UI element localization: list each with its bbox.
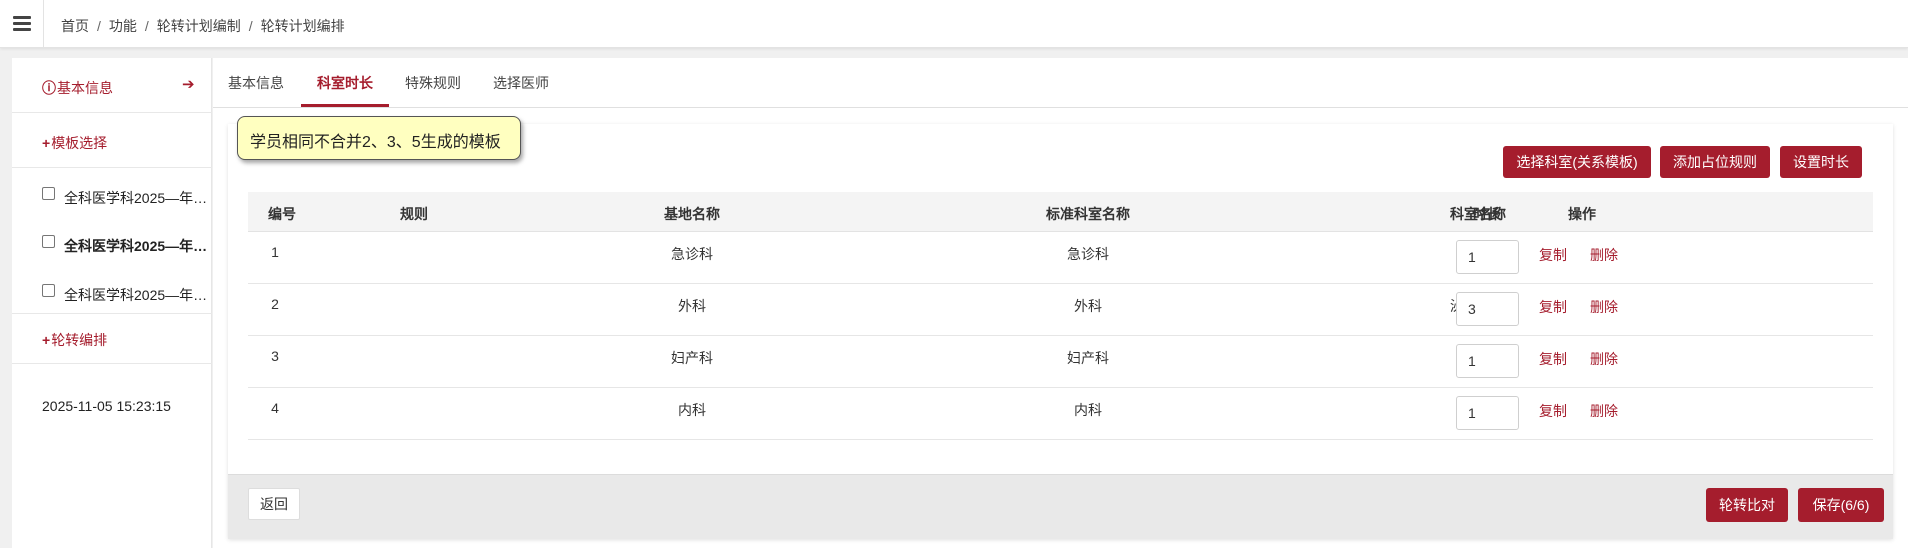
header-rule: 规则 xyxy=(400,206,428,222)
cell-base: 急诊科 xyxy=(671,246,713,262)
select-dept-button[interactable]: 选择科室(关系模板) xyxy=(1503,146,1651,178)
copy-link[interactable]: 复制 xyxy=(1539,297,1567,317)
tab-select-physician[interactable]: 选择医师 xyxy=(493,73,549,93)
breadcrumb: 首页 / 功能 / 轮转计划编制 / 轮转计划编排 xyxy=(61,18,345,34)
template-checkbox-1[interactable] xyxy=(42,187,55,200)
duration-input[interactable]: 1 xyxy=(1456,344,1519,378)
table-header: 编号 规则 基地名称 标准科室名称 科室名称 时长 操作 xyxy=(248,192,1873,232)
delete-link[interactable]: 删除 xyxy=(1590,401,1618,421)
timestamp: 2025-11-05 15:23:15 xyxy=(42,398,171,414)
template-label-2: 全科医学科2025—年级轮转计划 xyxy=(64,238,212,254)
table-row: 3 妇产科 妇产科 妇产科 1 复制 删除 xyxy=(248,336,1873,388)
template-label-3: 全科医学科2025—年级轮转计划 xyxy=(64,287,212,303)
cell-no: 1 xyxy=(271,244,279,260)
sidebar-label-template-select: 模板选择 xyxy=(51,135,108,151)
top-bar: 首页 / 功能 / 轮转计划编制 / 轮转计划编排 xyxy=(0,0,1908,48)
duration-input[interactable]: 1 xyxy=(1456,396,1519,430)
table-row: 1 急诊科 急诊科 急诊科 1 复制 删除 xyxy=(248,232,1873,284)
tab-bar: 基本信息 科室时长 特殊规则 选择医师 xyxy=(213,58,1908,108)
copy-link[interactable]: 复制 xyxy=(1539,401,1567,421)
active-tab-indicator xyxy=(301,104,389,107)
header-base-name: 基地名称 xyxy=(664,206,720,222)
copy-link[interactable]: 复制 xyxy=(1539,245,1567,265)
breadcrumb-function[interactable]: 功能 xyxy=(109,18,137,34)
template-option-3[interactable]: 全科医学科2025—年级轮转计划 xyxy=(12,264,212,314)
breadcrumb-plan-edit[interactable]: 轮转计划编制 xyxy=(157,18,241,34)
delete-link[interactable]: 删除 xyxy=(1590,297,1618,317)
save-button[interactable]: 保存(6/6) xyxy=(1798,488,1884,522)
cell-no: 3 xyxy=(271,348,279,364)
duration-panel: 学员相同不合并2、3、5生成的模板 选择科室(关系模板) 添加占位规则 设置时长… xyxy=(228,116,1893,539)
breadcrumb-home[interactable]: 首页 xyxy=(61,18,89,34)
cell-std-dept: 急诊科 xyxy=(1067,246,1109,262)
cell-no: 2 xyxy=(271,296,279,312)
sidebar-label-rotation: 轮转编排 xyxy=(51,332,108,348)
header-actions: 操作 xyxy=(1568,206,1596,222)
sidebar-item-rotation-schedule[interactable]: +轮转编排 xyxy=(12,314,212,364)
add-rule-button[interactable]: 添加占位规则 xyxy=(1660,146,1770,178)
set-duration-button[interactable]: 设置时长 xyxy=(1780,146,1862,178)
delete-link[interactable]: 删除 xyxy=(1590,245,1618,265)
tab-special-rules[interactable]: 特殊规则 xyxy=(405,73,461,93)
breadcrumb-current: 轮转计划编排 xyxy=(260,18,345,34)
header-std-dept: 标准科室名称 xyxy=(1046,206,1130,222)
back-button[interactable]: 返回 xyxy=(248,488,300,520)
header-no: 编号 xyxy=(268,206,296,222)
template-option-1[interactable]: 全科医学科2025—年级轮转计划 xyxy=(12,168,212,216)
cell-std-dept: 内科 xyxy=(1074,402,1102,418)
cell-std-dept: 妇产科 xyxy=(1067,350,1109,366)
copy-link[interactable]: 复制 xyxy=(1539,349,1567,369)
cell-base: 内科 xyxy=(678,402,706,418)
sidebar: ⓘ基本信息 ➔ +模板选择 全科医学科2025—年级轮转计划 全科医学科2025… xyxy=(12,58,212,548)
header-duration: 时长 xyxy=(1473,206,1501,222)
tab-basic-info[interactable]: 基本信息 xyxy=(228,73,284,93)
sidebar-label-basic-info: 基本信息 xyxy=(57,80,113,96)
main-content: 基本信息 科室时长 特殊规则 选择医师 学员相同不合并2、3、5生成的模板 选择… xyxy=(213,58,1908,548)
template-label-1: 全科医学科2025—年级轮转计划 xyxy=(64,190,212,206)
arrow-right-icon[interactable]: ➔ xyxy=(182,75,195,93)
sidebar-item-template-select[interactable]: +模板选择 xyxy=(12,113,212,168)
plus-icon: + xyxy=(42,332,51,348)
sidebar-item-basic-info[interactable]: ⓘ基本信息 ➔ xyxy=(12,58,212,113)
cell-no: 4 xyxy=(271,400,279,416)
menu-icon[interactable] xyxy=(0,0,44,48)
duration-input[interactable]: 3 xyxy=(1456,292,1519,326)
cell-std-dept: 外科 xyxy=(1074,298,1102,314)
compare-button[interactable]: 轮转比对 xyxy=(1706,488,1788,522)
plus-icon: + xyxy=(42,135,51,151)
table-row: 2 外科 外科 泌尿外科 3 复制 删除 xyxy=(248,284,1873,336)
delete-link[interactable]: 删除 xyxy=(1590,349,1618,369)
cell-base: 外科 xyxy=(678,298,706,314)
tab-dept-duration[interactable]: 科室时长 xyxy=(317,73,373,93)
panel-footer: 返回 轮转比对 保存(6/6) xyxy=(228,474,1893,539)
template-tooltip: 学员相同不合并2、3、5生成的模板 xyxy=(237,116,521,160)
info-icon: ⓘ xyxy=(42,80,56,96)
template-checkbox-3[interactable] xyxy=(42,284,55,297)
cell-base: 妇产科 xyxy=(671,350,713,366)
template-option-2[interactable]: 全科医学科2025—年级轮转计划 xyxy=(12,216,212,264)
table-row: 4 内科 内科 心内科 1 复制 删除 xyxy=(248,388,1873,440)
template-checkbox-2[interactable] xyxy=(42,235,55,248)
duration-input[interactable]: 1 xyxy=(1456,240,1519,274)
